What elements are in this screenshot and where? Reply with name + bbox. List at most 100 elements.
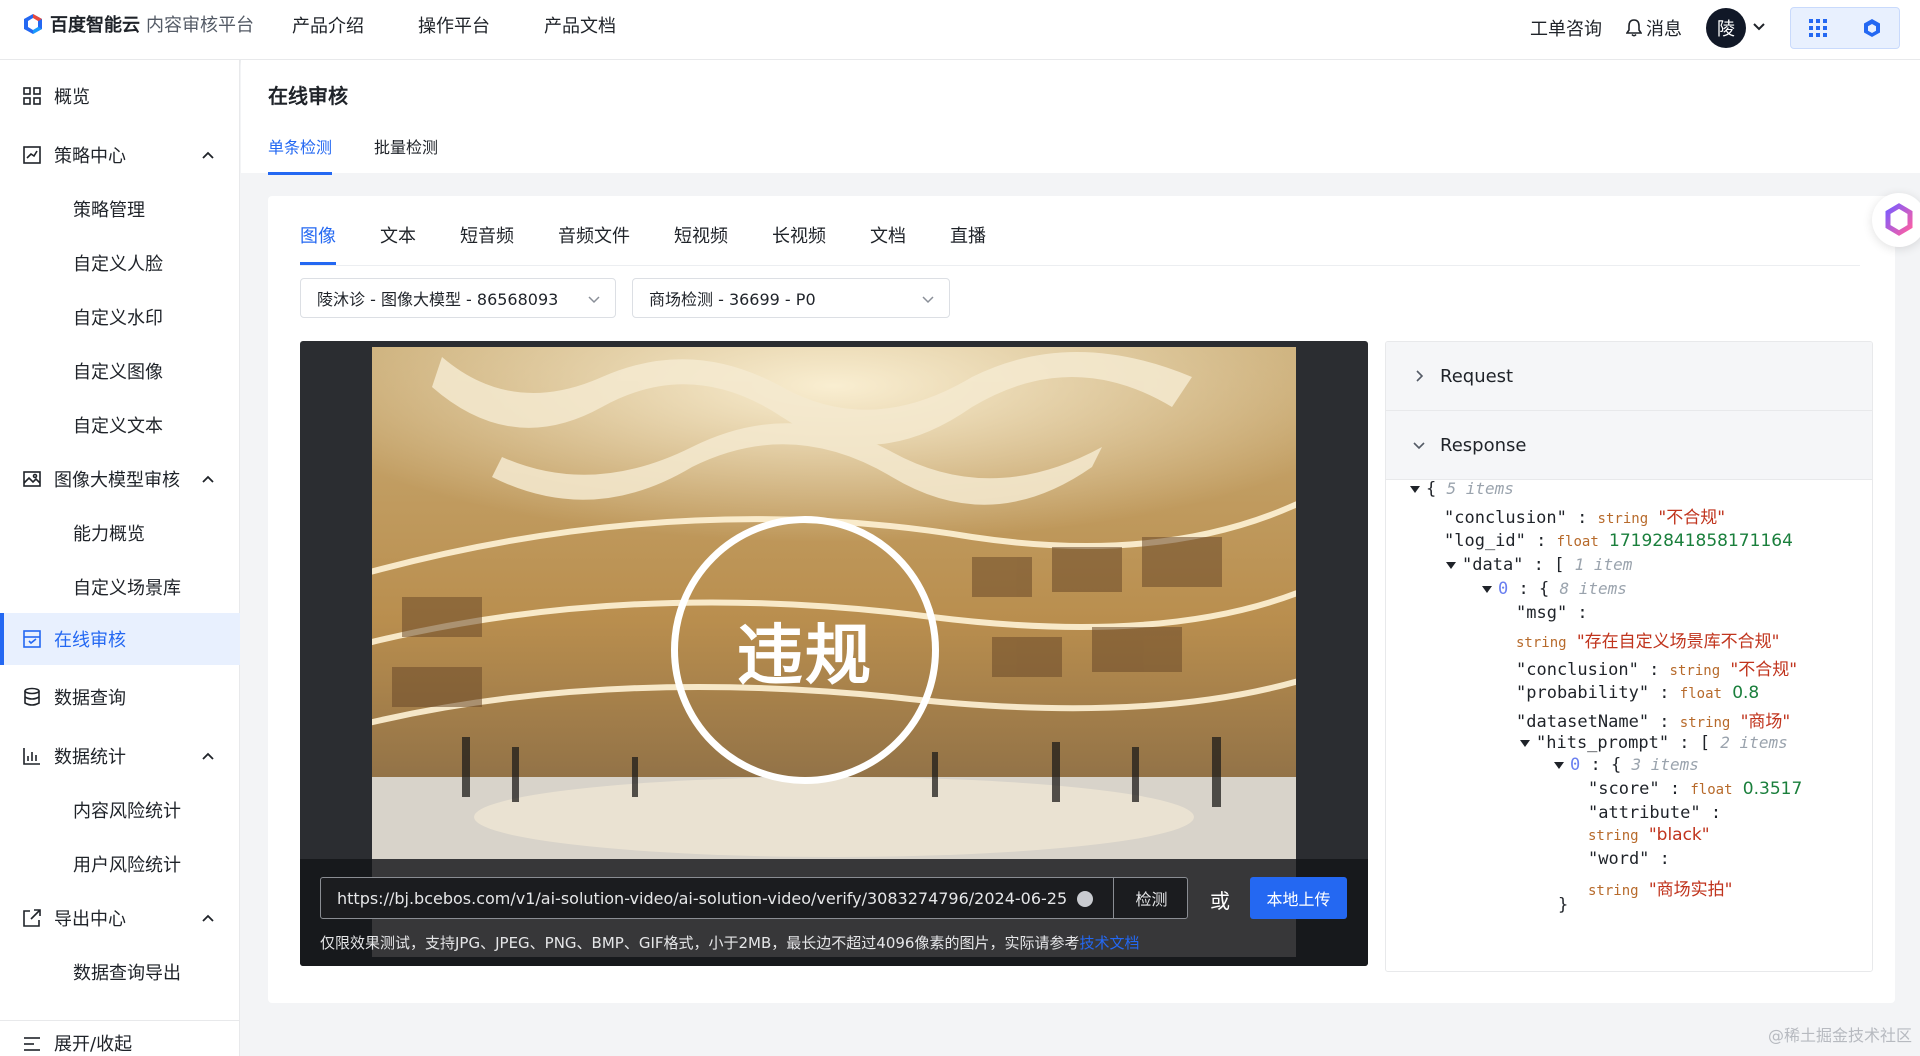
cube-icon[interactable] <box>1861 17 1883 39</box>
avatar[interactable]: 陵 <box>1706 8 1746 48</box>
sidebar-item-label: 图像大模型审核 <box>54 470 180 491</box>
sidebar-item-custom-face[interactable]: 自定义人脸 <box>0 237 240 289</box>
sidebar-item-label: 自定义人脸 <box>73 254 163 275</box>
sidebar-item-data-query[interactable]: 数据查询 <box>0 671 240 723</box>
image-icon <box>23 471 41 487</box>
response-section[interactable]: Response <box>1386 411 1872 480</box>
chevron-up-icon[interactable] <box>200 910 216 926</box>
tab-text[interactable]: 文本 <box>380 222 416 265</box>
strategy-icon <box>23 146 41 164</box>
json-line[interactable]: { 5 items <box>1410 479 1514 499</box>
tab-single-detect[interactable]: 单条检测 <box>268 134 333 175</box>
sidebar-item-custom-scene-lib[interactable]: 自定义场景库 <box>0 561 240 613</box>
tab-short-audio[interactable]: 短音频 <box>460 222 514 265</box>
nav-product-intro[interactable]: 产品介绍 <box>292 12 364 38</box>
sidebar-item-query-export[interactable]: 数据查询导出 <box>0 946 240 998</box>
assistant-float-button[interactable] <box>1872 193 1920 247</box>
brand[interactable]: 百度智能云 内容审核平台 <box>22 12 254 36</box>
chevron-down-icon[interactable] <box>1752 21 1766 35</box>
collapse-triangle-icon[interactable] <box>1520 739 1530 747</box>
sidebar-item-export-center[interactable]: 导出中心 <box>0 892 240 944</box>
sidebar-item-strategy-manage[interactable]: 策略管理 <box>0 183 240 235</box>
sidebar-item-user-risk[interactable]: 用户风险统计 <box>0 838 240 890</box>
sidebar-item-data-stats[interactable]: 数据统计 <box>0 730 240 782</box>
sidebar-item-overview[interactable]: 概览 <box>0 70 240 122</box>
sidebar-item-label: 自定义场景库 <box>73 578 181 599</box>
detect-card: 图像 文本 短音频 音频文件 短视频 长视频 文档 直播 陵沐诊 - 图像大模型… <box>268 196 1895 1003</box>
tech-doc-link[interactable]: 技术文档 <box>1079 934 1139 952</box>
sidebar: 概览 策略中心 策略管理 自定义人脸 自定义水印 自定义图像 自定义文本 图像大… <box>0 60 240 1056</box>
collapse-triangle-icon[interactable] <box>1482 585 1492 593</box>
scene-select[interactable]: 商场检测 - 36699 - P0 <box>632 278 950 318</box>
apps-grid-icon[interactable] <box>1808 18 1828 38</box>
json-line: "datasetName" : string "商场" <box>1516 712 1791 732</box>
tab-document[interactable]: 文档 <box>870 222 906 265</box>
sidebar-item-label: 自定义图像 <box>73 362 163 383</box>
json-line: "score" : float 0.3517 <box>1588 779 1803 799</box>
json-line[interactable]: "data" : [ 1 item <box>1446 555 1632 575</box>
sidebar-item-online-review[interactable]: 在线审核 <box>0 613 240 665</box>
collapse-triangle-icon[interactable] <box>1554 761 1564 769</box>
collapse-triangle-icon[interactable] <box>1446 561 1456 569</box>
json-line[interactable]: 0 : { 8 items <box>1482 579 1627 599</box>
app-switcher-group <box>1790 7 1900 49</box>
top-right-actions: 工单咨询 消息 陵 <box>1530 5 1900 51</box>
chevron-down-icon <box>1413 442 1425 450</box>
response-label: Response <box>1440 434 1527 456</box>
sidebar-item-custom-text[interactable]: 自定义文本 <box>0 399 240 451</box>
ticket-link[interactable]: 工单咨询 <box>1530 15 1602 41</box>
sidebar-item-strategy-center[interactable]: 策略中心 <box>0 129 240 181</box>
scene-select-value: 商场检测 - 36699 - P0 <box>649 290 816 309</box>
upload-hint: 仅限效果测试，支持JPG、JPEG、PNG、BMP、GIF格式，小于2MB，最长… <box>320 932 1139 953</box>
chevron-up-icon[interactable] <box>200 748 216 764</box>
json-line: } <box>1558 895 1569 915</box>
sidebar-item-label: 展开/收起 <box>54 1034 133 1055</box>
sidebar-item-capability-overview[interactable]: 能力概览 <box>0 507 240 559</box>
sidebar-item-label: 数据查询 <box>54 688 126 709</box>
upload-hint-text: 仅限效果测试，支持JPG、JPEG、PNG、BMP、GIF格式，小于2MB，最长… <box>320 934 1080 952</box>
tab-long-video[interactable]: 长视频 <box>772 222 826 265</box>
tab-image[interactable]: 图像 <box>300 222 336 265</box>
nav-console[interactable]: 操作平台 <box>418 12 490 38</box>
overview-grid-icon <box>23 87 41 105</box>
tab-batch-detect[interactable]: 批量检测 <box>374 134 438 175</box>
json-line: "attribute" : <box>1588 803 1722 823</box>
messages-label: 消息 <box>1646 19 1682 40</box>
json-line: "probability" : float 0.8 <box>1516 683 1760 703</box>
image-url-input[interactable]: https://bj.bcebos.com/v1/ai-solution-vid… <box>320 877 1188 919</box>
sidebar-collapse-toggle[interactable]: 展开/收起 <box>0 1025 240 1056</box>
sidebar-item-label: 内容风险统计 <box>73 801 181 822</box>
json-line[interactable]: "hits_prompt" : [ 2 items <box>1520 733 1788 753</box>
tab-short-video[interactable]: 短视频 <box>674 222 728 265</box>
chevron-down-icon <box>922 296 934 304</box>
sidebar-item-label: 自定义文本 <box>73 416 163 437</box>
strategy-select[interactable]: 陵沐诊 - 图像大模型 - 86568093 <box>300 278 616 318</box>
export-icon <box>23 909 41 927</box>
chevron-up-icon[interactable] <box>200 471 216 487</box>
json-line: "msg" : <box>1516 603 1588 623</box>
violation-stamp: 违规 <box>671 516 939 784</box>
local-upload-button[interactable]: 本地上传 <box>1250 877 1347 919</box>
tabs-divider <box>300 265 1860 266</box>
json-line: "word" : <box>1588 849 1670 869</box>
nav-docs[interactable]: 产品文档 <box>544 12 616 38</box>
json-line[interactable]: 0 : { 3 items <box>1554 755 1699 775</box>
clear-icon[interactable] <box>1077 891 1093 907</box>
collapse-triangle-icon[interactable] <box>1410 485 1420 493</box>
sidebar-item-custom-watermark[interactable]: 自定义水印 <box>0 291 240 343</box>
image-url-value: https://bj.bcebos.com/v1/ai-solution-vid… <box>337 889 1067 908</box>
tab-live[interactable]: 直播 <box>950 222 986 265</box>
messages-link[interactable]: 消息 <box>1626 15 1682 41</box>
json-line: string "存在自定义场景库不合规" <box>1516 632 1780 652</box>
detect-button[interactable]: 检测 <box>1113 878 1189 918</box>
request-section[interactable]: Request <box>1386 342 1872 411</box>
json-line: string "商场实拍" <box>1588 880 1733 900</box>
sidebar-item-image-model[interactable]: 图像大模型审核 <box>0 453 240 505</box>
sidebar-item-content-risk[interactable]: 内容风险统计 <box>0 784 240 836</box>
json-viewer: { 5 items "conclusion" : string "不合规" "l… <box>1386 479 1872 971</box>
chevron-up-icon[interactable] <box>200 147 216 163</box>
api-result-panel: Request Response { 5 items "conclusion" … <box>1385 341 1873 972</box>
sidebar-item-label: 能力概览 <box>73 524 145 545</box>
sidebar-item-custom-image[interactable]: 自定义图像 <box>0 345 240 397</box>
tab-audio-file[interactable]: 音频文件 <box>558 222 630 265</box>
